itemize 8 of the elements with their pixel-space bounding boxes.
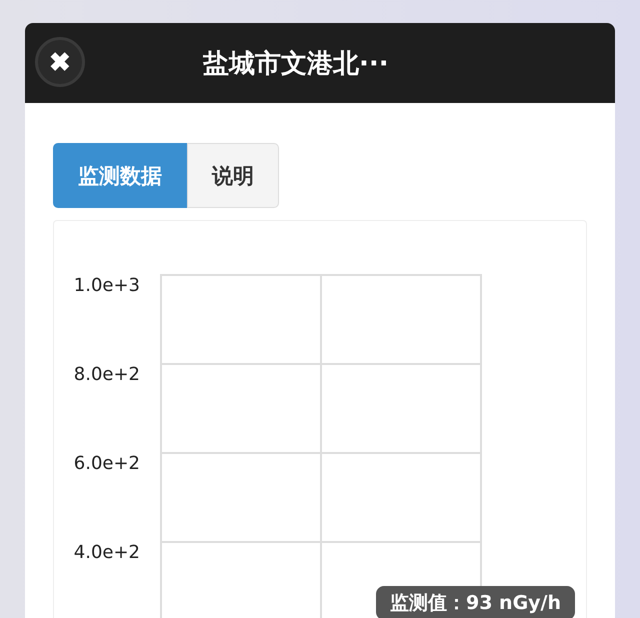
- axis-tick-label: 6.0e+2: [74, 453, 140, 474]
- axis-tick-label: 4.0e+2: [74, 542, 140, 563]
- axis-tick-label: 1.0e+3: [74, 275, 140, 296]
- dialog-title: 盐城市文港北···: [203, 48, 389, 80]
- axis-tick-label: 8.0e+2: [74, 364, 140, 385]
- tab[interactable]: 说明: [187, 143, 279, 208]
- close-button[interactable]: ✖: [35, 37, 85, 87]
- chart-tooltip: 监测值：93 nGy/h: [376, 586, 576, 618]
